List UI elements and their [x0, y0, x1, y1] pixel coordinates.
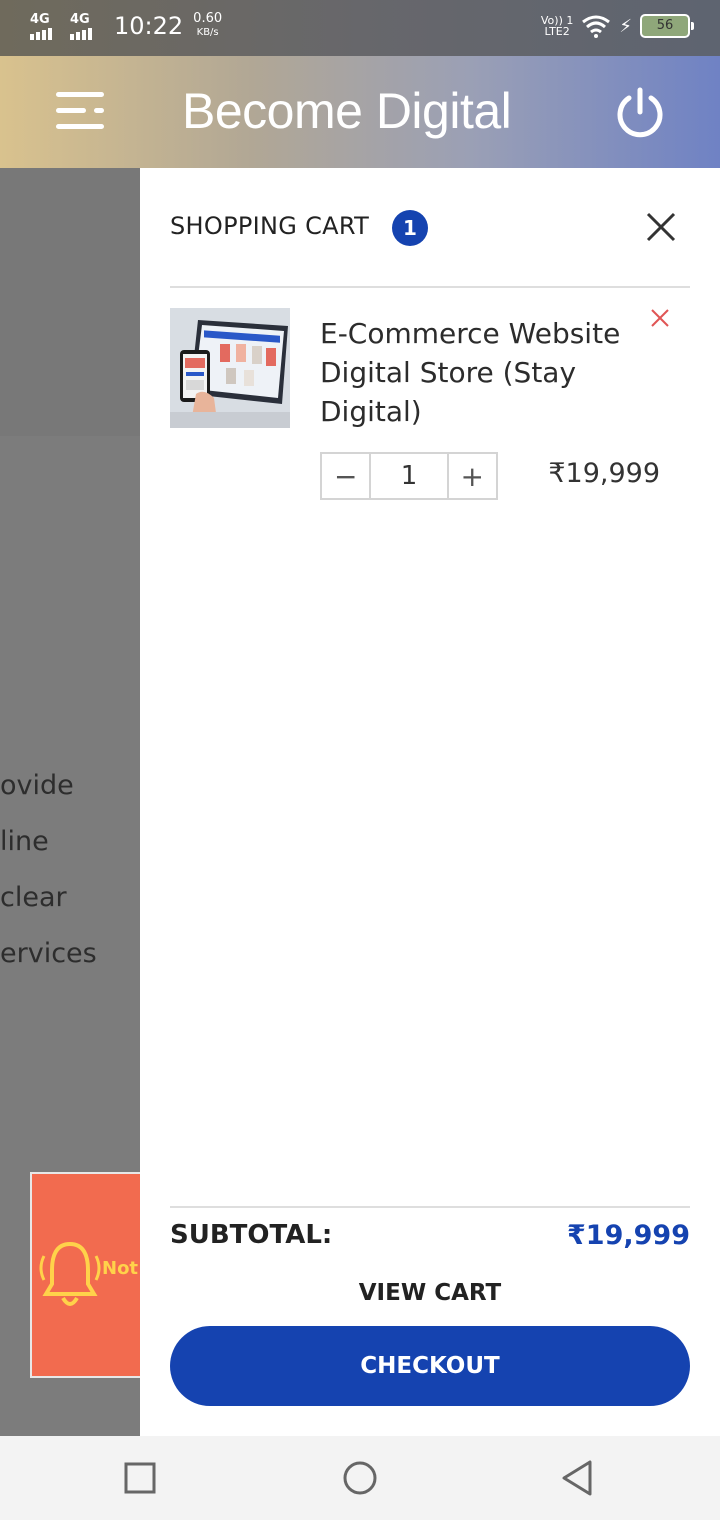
background-text-line: ervices	[0, 938, 97, 969]
app-header: Become Digital	[0, 56, 720, 168]
product-name[interactable]: E-Commerce Website Digital Store (Stay D…	[320, 314, 650, 431]
background-text-line: line	[0, 826, 49, 857]
cart-title: SHOPPING CART	[170, 212, 370, 240]
network-type-1: 4G	[30, 12, 50, 27]
decrement-button[interactable]: −	[322, 454, 369, 498]
divider	[170, 1206, 690, 1208]
network-speed: 0.60 KB/s	[193, 12, 222, 40]
lte-label: LTE2	[544, 25, 570, 38]
shopping-cart-drawer: SHOPPING CART 1 E-Commerce Website Digit	[140, 168, 720, 1436]
menu-icon[interactable]	[52, 88, 108, 136]
battery-level: 56	[656, 18, 674, 33]
view-cart-button[interactable]: VIEW CART	[170, 1280, 690, 1306]
signal-icon-2: 4G	[70, 12, 100, 40]
background-text-line: clear	[0, 882, 67, 913]
quantity-input[interactable]: 1	[369, 454, 449, 498]
battery-icon: 56	[640, 14, 694, 38]
remove-item-icon[interactable]	[648, 306, 672, 330]
cart-count-badge: 1	[392, 210, 428, 246]
network-type-2: 4G	[70, 12, 90, 27]
power-icon[interactable]	[612, 84, 668, 140]
charging-icon: ⚡	[619, 15, 632, 37]
notification-banner-text: Not	[102, 1258, 139, 1279]
background-page-overlay-top[interactable]	[0, 168, 140, 436]
volte-indicator: Vo)) 1 LTE2	[541, 15, 573, 37]
increment-button[interactable]: +	[449, 454, 496, 498]
divider	[170, 286, 690, 288]
home-icon[interactable]	[342, 1460, 378, 1496]
subtotal-value: ₹19,999	[567, 1220, 690, 1251]
checkout-button[interactable]: CHECKOUT	[170, 1326, 690, 1406]
network-speed-unit: KB/s	[196, 27, 219, 38]
notification-banner[interactable]: Not	[30, 1172, 142, 1378]
quantity-stepper: − 1 +	[320, 452, 498, 500]
product-image-graphic	[170, 308, 290, 428]
subtotal-label: SUBTOTAL:	[170, 1220, 333, 1250]
background-text-line: ovide	[0, 770, 74, 801]
bell-icon	[39, 1241, 101, 1306]
status-bar: 4G 4G 10:22 0.60 KB/s Vo)) 1 LTE2 ⚡ 56	[0, 0, 720, 56]
product-image[interactable]	[170, 308, 290, 428]
status-time: 10:22	[114, 12, 184, 40]
network-speed-value: 0.60	[193, 11, 223, 26]
close-icon[interactable]	[644, 210, 678, 244]
signal-icon: 4G	[30, 12, 60, 40]
app-title: Become Digital	[182, 83, 512, 139]
wifi-icon	[582, 15, 611, 38]
recent-apps-icon[interactable]	[124, 1462, 156, 1494]
system-nav-bar	[0, 1436, 720, 1520]
item-price: ₹19,999	[548, 458, 660, 489]
back-icon[interactable]	[560, 1460, 596, 1496]
